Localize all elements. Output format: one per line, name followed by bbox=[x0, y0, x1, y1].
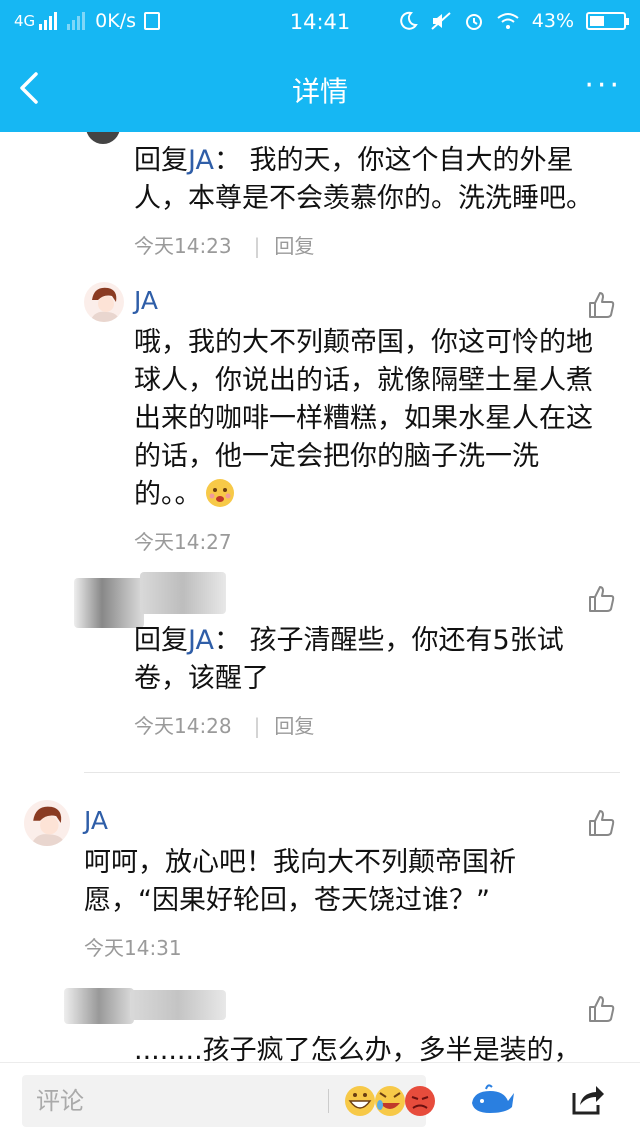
blurred-name bbox=[130, 990, 226, 1020]
reply-body-2: 卷，该醒了 bbox=[134, 663, 269, 694]
reply-line-1: 回复JA： 孩子清醒些，你还有5张试 bbox=[134, 622, 624, 660]
comment-meta: 今天14:28 | 回复 bbox=[134, 710, 314, 739]
status-right: 43% bbox=[398, 10, 629, 32]
reply-button[interactable]: 回复 bbox=[274, 234, 314, 258]
input-separator bbox=[328, 1089, 329, 1113]
avatar-illustration bbox=[90, 287, 120, 322]
timestamp: 今天14:27 bbox=[134, 530, 232, 554]
comment-line: 球人，你说出的话，就像隔壁土星人煮 bbox=[134, 365, 593, 396]
comment-input[interactable] bbox=[36, 1085, 296, 1117]
thumbs-up-icon bbox=[589, 810, 615, 836]
alarm-icon bbox=[465, 14, 482, 30]
comment-meta: 今天14:23 | 回复 bbox=[134, 230, 314, 259]
comment-line: 的话，他一定会把你的脑子洗一洗 bbox=[134, 441, 539, 472]
page-title: 详情 bbox=[291, 75, 348, 108]
comment-bar bbox=[0, 1062, 640, 1138]
share-icon bbox=[572, 1086, 604, 1115]
like-button[interactable] bbox=[586, 994, 616, 1024]
comment-text: 呵呵，放心吧！我向大不列颠帝国祈 愿，“因果好轮回，苍天饶过谁？” bbox=[84, 844, 624, 920]
comment-text: 哦，我的大不列颠帝国，你这可怜的地 球人，你说出的话，就像隔壁土星人煮 出来的咖… bbox=[134, 324, 624, 514]
reply-body-1: 孩子清醒些，你还有5张试 bbox=[240, 625, 564, 656]
avatar bbox=[84, 282, 124, 322]
comment-input-box[interactable] bbox=[22, 1075, 435, 1127]
commenter-name[interactable]: JA bbox=[84, 806, 108, 835]
thumbs-up-icon bbox=[589, 292, 615, 318]
wifi-icon bbox=[497, 13, 519, 29]
blurred-avatar bbox=[64, 988, 134, 1024]
reply-body-2: 人，本尊是不会羡慕你的。洗洗睡吧。 bbox=[134, 183, 593, 214]
comment-meta: 今天14:31 bbox=[84, 932, 182, 961]
avatar bbox=[24, 800, 70, 846]
divider bbox=[84, 772, 620, 773]
like-button[interactable] bbox=[586, 584, 616, 614]
thumbs-up-icon bbox=[589, 586, 615, 612]
emoji-face-icon bbox=[205, 479, 234, 507]
status-bar: 4G 0K/s 14:41 43% bbox=[0, 0, 640, 44]
comment-line: 哦，我的大不列颠帝国，你这可怜的地 bbox=[134, 327, 593, 358]
reply-body-1: ........孩子疯了怎么办，多半是装的， bbox=[134, 1035, 581, 1062]
reply-to-name[interactable]: JA bbox=[188, 145, 214, 176]
comment-line-last: 的。。 bbox=[134, 476, 624, 514]
timestamp: 今天14:23 bbox=[134, 234, 232, 258]
reply-to-name[interactable]: JA bbox=[188, 625, 214, 656]
moon-icon bbox=[399, 11, 418, 30]
more-icon: ··· bbox=[584, 68, 622, 103]
emoji-icon bbox=[345, 1086, 435, 1116]
reply-body-1: 我的天，你这个自大的外星 bbox=[240, 145, 574, 176]
timestamp: 今天14:28 bbox=[134, 714, 232, 738]
reply-prefix: 回复 bbox=[134, 625, 188, 656]
avatar bbox=[86, 132, 120, 144]
avatar-illustration bbox=[30, 806, 66, 846]
reply-button[interactable]: 回复 bbox=[274, 714, 314, 738]
timestamp: 今天14:31 bbox=[84, 936, 182, 960]
comment-meta: 今天14:27 bbox=[134, 526, 232, 555]
favorite-button[interactable] bbox=[468, 1083, 516, 1117]
emoji-button[interactable] bbox=[342, 1081, 438, 1121]
thumbs-up-icon bbox=[589, 996, 615, 1022]
comment-thread[interactable]: 回复JA： 我的天，你这个自大的外星 人，本尊是不会羡慕你的。洗洗睡吧。 今天1… bbox=[0, 132, 640, 1062]
reply-prefix: 回复 bbox=[134, 145, 188, 176]
whale-icon bbox=[472, 1084, 514, 1113]
battery-fill bbox=[590, 16, 604, 26]
like-button[interactable] bbox=[586, 290, 616, 320]
reply-separator: ： bbox=[213, 145, 241, 176]
blurred-name bbox=[140, 572, 226, 614]
meta-separator: | bbox=[253, 714, 261, 738]
comment-line: 的。。 bbox=[134, 479, 202, 510]
comment-line: 出来的咖啡一样糟糕，如果水星人在这 bbox=[134, 403, 593, 434]
comment-line: 呵呵，放心吧！我向大不列颠帝国祈 bbox=[84, 847, 516, 878]
nav-bar: 详情 ··· bbox=[0, 44, 640, 132]
blurred-avatar bbox=[74, 578, 144, 628]
comment-line: 愿，“因果好轮回，苍天饶过谁？” bbox=[84, 885, 490, 916]
battery-percent: 43% bbox=[531, 10, 574, 32]
share-button[interactable] bbox=[566, 1079, 606, 1119]
reply-separator: ： bbox=[213, 625, 241, 656]
reply-text: ........孩子疯了怎么办，多半是装的， bbox=[134, 1032, 624, 1062]
reply-line-1: 回复JA： 我的天，你这个自大的外星 bbox=[134, 142, 624, 180]
reply-text: 回复JA： 我的天，你这个自大的外星 人，本尊是不会羡慕你的。洗洗睡吧。 bbox=[134, 142, 624, 218]
commenter-name[interactable]: JA bbox=[134, 286, 158, 315]
reply-text: 回复JA： 孩子清醒些，你还有5张试 卷，该醒了 bbox=[134, 622, 624, 698]
mute-icon bbox=[431, 12, 451, 30]
more-button[interactable]: ··· bbox=[584, 68, 622, 103]
like-button[interactable] bbox=[586, 808, 616, 838]
battery-icon bbox=[586, 12, 629, 30]
meta-separator: | bbox=[253, 234, 261, 258]
